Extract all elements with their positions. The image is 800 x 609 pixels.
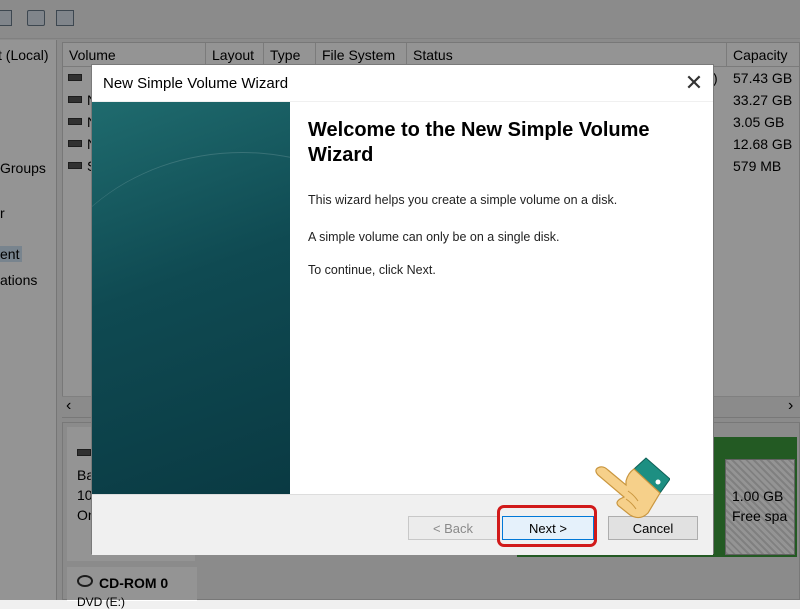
wizard-paragraph: A simple volume can only be on a single … bbox=[308, 230, 560, 244]
wizard-paragraph: To continue, click Next. bbox=[308, 263, 436, 277]
close-icon[interactable]: ✕ bbox=[678, 67, 710, 99]
wizard-heading: Welcome to the New Simple Volume Wizard bbox=[308, 119, 650, 166]
banner-decoration bbox=[92, 152, 290, 494]
next-button-highlight bbox=[497, 505, 597, 547]
back-button[interactable]: < Back bbox=[408, 516, 498, 540]
pointing-hand-icon bbox=[595, 457, 670, 519]
wizard-paragraph: This wizard helps you create a simple vo… bbox=[308, 193, 618, 207]
wizard-content: Welcome to the New Simple Volume Wizard … bbox=[290, 102, 713, 494]
dialog-titlebar[interactable]: New Simple Volume Wizard ✕ bbox=[92, 65, 713, 101]
dialog-title: New Simple Volume Wizard bbox=[103, 75, 289, 92]
wizard-side-banner bbox=[92, 102, 290, 494]
